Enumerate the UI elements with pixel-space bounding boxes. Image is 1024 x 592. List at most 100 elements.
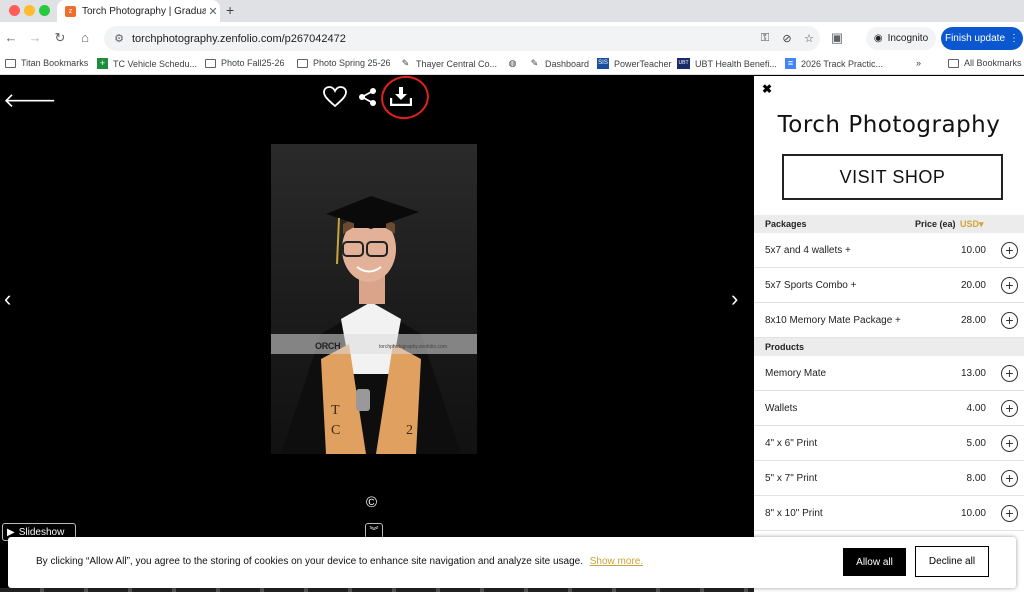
back-arrow-icon[interactable]: 🡐 <box>3 88 57 113</box>
new-tab-icon[interactable]: + <box>226 2 234 18</box>
currency-label: USD <box>960 218 980 229</box>
brand-logo: Torch Photography <box>777 112 1001 138</box>
graduation-portrait-image[interactable]: T C 2 ORCH torchphotography.zenfolio.com <box>271 144 477 454</box>
item-price: 8.00 <box>966 472 986 484</box>
visit-shop-button[interactable]: VISIT SHOP <box>782 154 1003 200</box>
finish-update-button[interactable]: Finish update ⋮ <box>941 27 1023 50</box>
bookmark-item[interactable]: SIS PowerTeacher <box>597 58 672 69</box>
package-row: 5x7 and 4 wallets + 10.00 + <box>754 233 1024 268</box>
folder-icon <box>948 58 959 68</box>
bookmark-item[interactable]: ✎ Thayer Central Co... <box>400 58 497 69</box>
add-to-cart-icon[interactable]: + <box>1001 241 1018 259</box>
graduate-portrait-illustration: T C 2 <box>281 196 461 454</box>
product-row: 5" x 7" Print 8.00 + <box>754 461 1024 496</box>
add-to-cart-icon[interactable]: + <box>1001 504 1018 522</box>
bookmark-item[interactable]: ◍ <box>507 58 518 69</box>
bookmark-item[interactable]: Titan Bookmarks <box>5 58 88 68</box>
bookmark-label: Photo Fall25-26 <box>221 58 285 68</box>
pencil-icon: ✎ <box>530 58 539 68</box>
chevron-double-right-icon: » <box>916 58 922 68</box>
item-price: 4.00 <box>966 402 986 414</box>
globe-icon: ◍ <box>508 58 517 68</box>
share-icon[interactable] <box>358 87 378 107</box>
close-tab-icon[interactable]: ✕ <box>206 5 220 18</box>
tab-title: Torch Photography | Graduati <box>82 5 206 17</box>
bookmark-label: Dashboard <box>545 58 590 69</box>
svg-text:2: 2 <box>406 423 413 438</box>
item-name: 4" x 6" Print <box>765 437 818 449</box>
close-window-button[interactable] <box>9 5 20 16</box>
add-to-cart-icon[interactable]: + <box>1001 469 1018 487</box>
home-icon[interactable]: ⌂ <box>77 30 93 46</box>
folder-icon <box>5 58 16 68</box>
back-icon[interactable]: ← <box>3 30 19 46</box>
bookmark-label: UBT Health Benefi... <box>695 58 777 69</box>
decline-all-button[interactable]: Decline all <box>915 546 989 577</box>
bookmark-item[interactable]: All Bookmarks <box>948 58 1022 68</box>
bookmark-label: Photo Spring 25-26 <box>313 58 391 68</box>
pencil-icon: ✎ <box>401 58 410 68</box>
products-header-label: Products <box>765 342 805 352</box>
previous-photo-icon[interactable]: ‹ <box>4 286 11 312</box>
red-circle-annotation <box>377 71 433 124</box>
minimize-window-button[interactable] <box>24 5 35 16</box>
bookmark-item[interactable]: Photo Fall25-26 <box>205 58 285 68</box>
item-price: 10.00 <box>960 507 986 519</box>
bookmark-item[interactable]: + TC Vehicle Schedu... <box>97 58 197 69</box>
show-more-link[interactable]: Show more. <box>590 556 643 567</box>
products-header: Products <box>754 338 1024 356</box>
zenfolio-favicon-icon: z <box>65 5 76 17</box>
browser-toolbar: ← → ↻ ⌂ ⚙ torchphotography.zenfolio.com/… <box>0 22 1024 55</box>
chevron-double-down-icon: ︾ <box>369 526 379 536</box>
allow-all-button[interactable]: Allow all <box>843 548 906 576</box>
cookie-banner: By clicking “Allow All”, you agree to th… <box>8 537 1016 588</box>
bookmarks-bar: Titan Bookmarks + TC Vehicle Schedu... Ph… <box>0 55 1024 75</box>
tab-search-icon[interactable]: ▣ <box>829 30 845 46</box>
bookmark-label: Thayer Central Co... <box>416 58 498 69</box>
browser-tab[interactable]: z Torch Photography | Graduati ✕ <box>57 0 220 22</box>
folder-icon <box>297 58 308 68</box>
svg-text:C: C <box>331 423 340 438</box>
bookmark-item[interactable]: Photo Spring 25-26 <box>297 58 391 68</box>
next-photo-icon[interactable]: › <box>731 286 738 312</box>
product-row: Memory Mate 13.00 + <box>754 356 1024 391</box>
add-to-cart-icon[interactable]: + <box>1001 311 1018 329</box>
shop-panel: ✖ Torch Photography VISIT SHOP Packages … <box>754 76 1024 592</box>
bookmark-label: PowerTeacher <box>614 58 672 69</box>
bookmark-label: TC Vehicle Schedu... <box>113 58 198 69</box>
watermark-text: ORCH <box>315 341 341 351</box>
bookmark-item[interactable]: UBT UBT Health Benefi... <box>677 58 777 69</box>
eye-slash-icon[interactable]: ⊘ <box>776 32 798 45</box>
address-bar[interactable]: ⚙ torchphotography.zenfolio.com/p2670424… <box>104 26 820 51</box>
item-name: Wallets <box>765 402 798 414</box>
item-name: 8" x 10" Print <box>765 507 823 519</box>
item-price: 20.00 <box>960 279 986 291</box>
forward-icon[interactable]: → <box>27 30 43 46</box>
add-to-cart-icon[interactable]: + <box>1001 434 1018 452</box>
incognito-icon: ◉ <box>873 33 883 44</box>
thumbnail-strip[interactable] <box>0 588 754 592</box>
bookmark-item[interactable]: ≡ 2026 Track Practic... <box>785 58 883 69</box>
sis-icon: SIS <box>597 58 609 69</box>
reload-icon[interactable]: ↻ <box>52 30 68 46</box>
add-to-cart-icon[interactable]: + <box>1001 364 1018 382</box>
star-icon[interactable]: ☆ <box>798 32 820 45</box>
heart-icon[interactable] <box>323 86 347 108</box>
sheets-icon: + <box>97 58 108 69</box>
close-panel-icon[interactable]: ✖ <box>762 82 772 96</box>
incognito-indicator[interactable]: ◉ Incognito <box>866 27 936 50</box>
item-name: 5" x 7" Print <box>765 472 818 484</box>
zoom-window-button[interactable] <box>39 5 50 16</box>
add-to-cart-icon[interactable]: + <box>1001 399 1018 417</box>
photo-viewer: 🡐 T C 2 ORCH torchphotography.zenfolio.c… <box>0 71 754 592</box>
key-icon[interactable]: ⚿ <box>754 32 776 45</box>
item-price: 5.00 <box>966 437 986 449</box>
add-to-cart-icon[interactable]: + <box>1001 276 1018 294</box>
play-icon: ▶ <box>7 526 15 538</box>
site-info-icon[interactable]: ⚙ <box>110 32 128 45</box>
package-row: 5x7 Sports Combo + 20.00 + <box>754 268 1024 303</box>
more-bookmarks-icon[interactable]: » <box>916 58 921 68</box>
bookmark-item[interactable]: ✎ Dashboard <box>529 58 589 69</box>
currency-select[interactable]: USD▾ <box>960 219 984 230</box>
url-text[interactable]: torchphotography.zenfolio.com/p267042472 <box>128 33 754 45</box>
